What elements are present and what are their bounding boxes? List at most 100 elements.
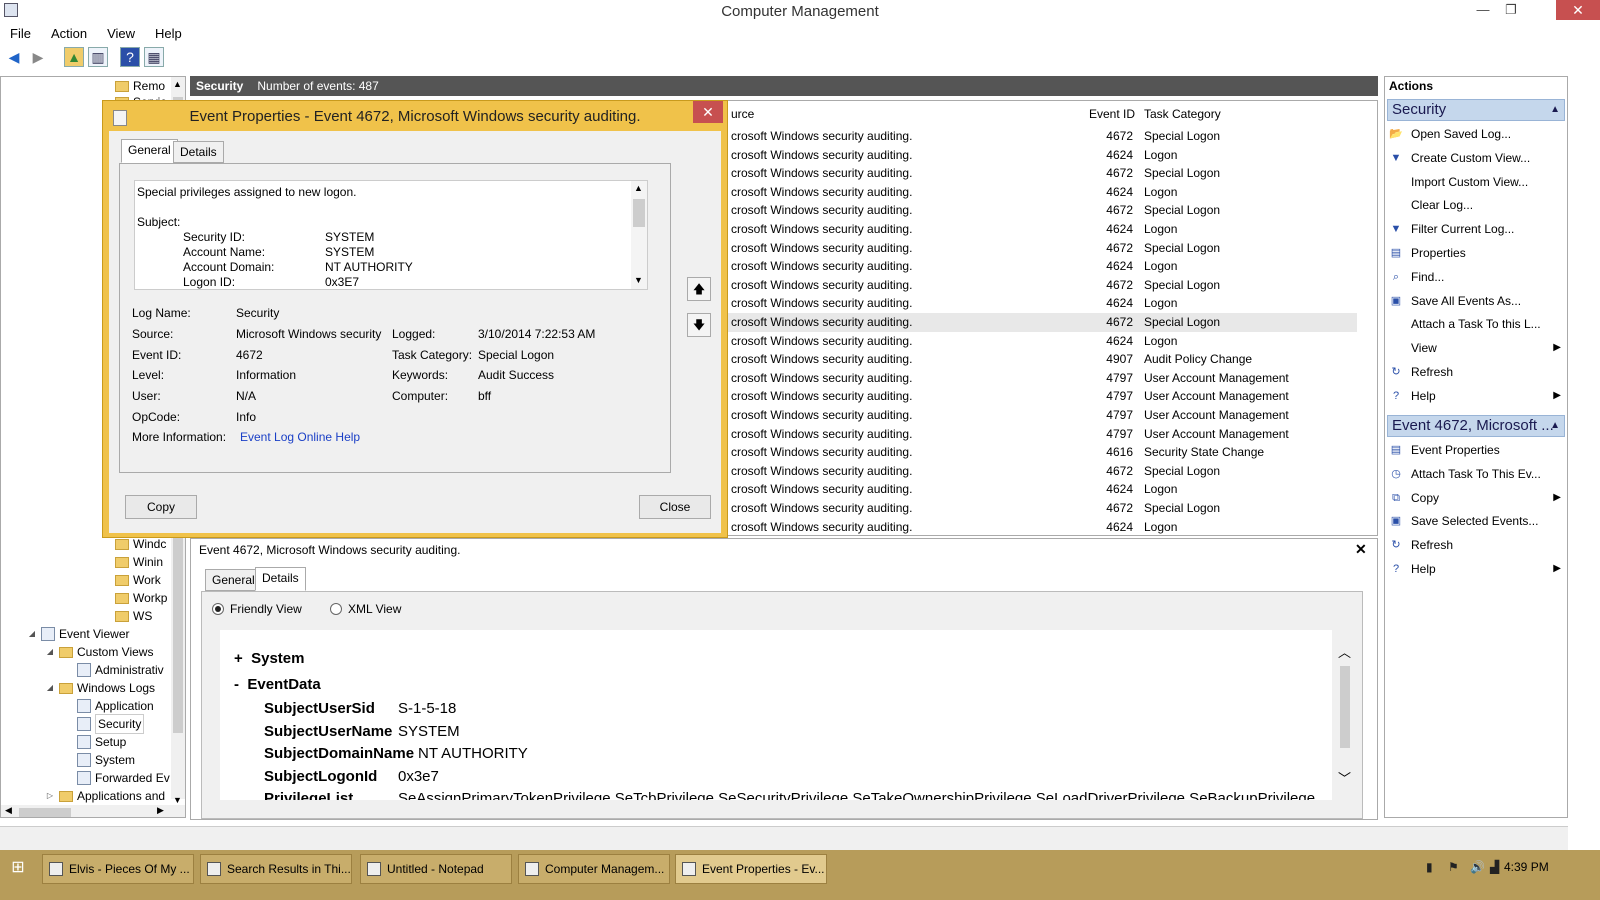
friendly-view-label: Friendly View xyxy=(230,602,302,616)
show-hide-action-pane-icon[interactable]: ▦ xyxy=(144,47,164,67)
event-log-online-help-link[interactable]: Event Log Online Help xyxy=(240,430,360,444)
system-node[interactable]: + System xyxy=(234,650,304,667)
signal-icon[interactable]: ▟ xyxy=(1490,860,1499,874)
forward-arrow-icon[interactable]: ▶ xyxy=(28,47,48,67)
action-item[interactable]: ⧉ Copy ▶ xyxy=(1389,487,1563,509)
action-item[interactable]: ▣ Save Selected Events... xyxy=(1389,510,1563,532)
previous-event-button[interactable]: 🡅 xyxy=(687,277,711,301)
action-item[interactable]: Import Custom View... xyxy=(1389,171,1563,193)
action-item[interactable]: ▣ Save All Events As... xyxy=(1389,290,1563,312)
action-item[interactable]: ↻ Refresh xyxy=(1389,534,1563,556)
menu-file[interactable]: File xyxy=(0,24,41,44)
tree-item[interactable]: Winin xyxy=(101,553,163,571)
expand-icon[interactable]: ◢ xyxy=(27,625,37,643)
action-item[interactable]: ? Help ▶ xyxy=(1389,385,1563,407)
tree-item[interactable]: Forwarded Ev xyxy=(63,769,170,787)
save-icon: ▣ xyxy=(1390,294,1402,307)
tree-item[interactable]: ◢ Custom Views xyxy=(45,643,154,661)
task-category-value: Special Logon xyxy=(478,348,555,362)
taskbar-button[interactable]: Elvis - Pieces Of My ... xyxy=(42,854,194,884)
flag-icon[interactable]: ⚑ xyxy=(1448,860,1459,874)
folder-icon xyxy=(115,538,129,550)
description-scrollbar[interactable]: ▲ ▼ xyxy=(631,181,647,289)
tab-details[interactable]: Details xyxy=(255,567,306,591)
action-item[interactable]: ▤ Event Properties xyxy=(1389,439,1563,461)
action-item[interactable]: ◷ Attach Task To This Ev... xyxy=(1389,463,1563,485)
action-item[interactable]: Clear Log... xyxy=(1389,194,1563,216)
copy-button[interactable]: Copy xyxy=(125,495,197,519)
clock[interactable]: 4:39 PM xyxy=(1504,860,1549,874)
xml-view-radio[interactable]: XML View xyxy=(330,602,401,616)
action-item[interactable]: Attach a Task To this L... xyxy=(1389,313,1563,335)
tree-item[interactable]: Security xyxy=(63,714,145,734)
column-task-category[interactable]: Task Category xyxy=(1144,105,1221,123)
tree-item[interactable]: WS xyxy=(101,607,152,625)
details-scroll-thumb[interactable] xyxy=(1340,666,1350,748)
tree-item[interactable]: Work xyxy=(101,571,161,589)
tree-item[interactable]: System xyxy=(63,751,135,769)
scroll-right-icon[interactable]: ▶ xyxy=(157,805,164,816)
scroll-up-icon[interactable]: ▲ xyxy=(173,79,182,89)
action-item[interactable]: View ▶ xyxy=(1389,337,1563,359)
menu-action[interactable]: Action xyxy=(41,24,97,44)
tree-item[interactable]: Workp xyxy=(101,589,167,607)
tree-item[interactable]: ◢ Event Viewer xyxy=(27,625,129,643)
network-icon[interactable]: ▮ xyxy=(1426,860,1433,874)
row-source: crosoft Windows security auditing. xyxy=(731,259,913,274)
details-vertical-scrollbar[interactable]: ︿ ﹀ xyxy=(1336,645,1352,796)
windows-start-icon[interactable]: ⊞ xyxy=(8,858,28,878)
scroll-up-icon[interactable]: ︿ xyxy=(1338,642,1351,661)
close-icon[interactable]: ✕ xyxy=(693,101,723,123)
taskbar-button[interactable]: Computer Managem... xyxy=(518,854,670,884)
up-folder-icon[interactable]: ▲ xyxy=(64,47,84,67)
tab-general[interactable]: General xyxy=(121,139,178,163)
action-item[interactable]: ↻ Refresh xyxy=(1389,361,1563,383)
column-source[interactable]: urce xyxy=(731,105,754,123)
back-arrow-icon[interactable]: ◀ xyxy=(4,47,24,67)
volume-icon[interactable]: 🔊 xyxy=(1470,860,1485,874)
row-task-category: Logon xyxy=(1144,147,1178,162)
eventdata-node[interactable]: - EventData xyxy=(234,676,321,693)
taskbar-button[interactable]: Event Properties - Ev... xyxy=(675,854,827,884)
row-event-id: 4624 xyxy=(1106,482,1133,497)
action-item[interactable]: ▤ Properties xyxy=(1389,242,1563,264)
scroll-down-icon[interactable]: ▼ xyxy=(173,795,182,805)
taskbar-button[interactable]: Untitled - Notepad xyxy=(360,854,512,884)
tree-hscroll-thumb[interactable] xyxy=(19,808,71,817)
restore-icon[interactable]: ❐ xyxy=(1496,0,1526,20)
menu-view[interactable]: View xyxy=(97,24,145,44)
scroll-down-icon[interactable]: ﹀ xyxy=(1338,768,1351,787)
scroll-left-icon[interactable]: ◀ xyxy=(5,805,12,816)
close-icon[interactable]: ✕ xyxy=(1556,0,1600,20)
user-value: N/A xyxy=(236,389,257,403)
close-icon[interactable]: ✕ xyxy=(1355,541,1367,558)
minimize-icon[interactable]: — xyxy=(1468,0,1498,20)
help-icon[interactable]: ? xyxy=(120,47,140,67)
column-event-id[interactable]: Event ID xyxy=(1089,105,1135,123)
tree-item[interactable]: ◢ Windows Logs xyxy=(45,679,155,697)
tree-item[interactable]: Setup xyxy=(63,733,126,751)
description-scroll-thumb[interactable] xyxy=(633,199,645,227)
actions-section-event[interactable]: Event 4672, Microsoft ... ▲ xyxy=(1387,415,1565,437)
next-event-button[interactable]: 🡇 xyxy=(687,313,711,337)
tab-details[interactable]: Details xyxy=(173,141,224,163)
menu-help[interactable]: Help xyxy=(145,24,192,44)
action-item[interactable]: ▼ Filter Current Log... xyxy=(1389,218,1563,240)
actions-section-security[interactable]: Security ▲ xyxy=(1387,99,1565,121)
action-item[interactable]: ▼ Create Custom View... xyxy=(1389,147,1563,169)
tree-item[interactable]: Application xyxy=(63,697,154,715)
action-item[interactable]: ? Help ▶ xyxy=(1389,558,1563,580)
close-button[interactable]: Close xyxy=(639,495,711,519)
action-item[interactable]: 📂 Open Saved Log... xyxy=(1389,123,1563,145)
friendly-view-radio[interactable]: Friendly View xyxy=(212,602,302,616)
taskbar-button[interactable]: Search Results in Thi... xyxy=(200,854,352,884)
tab-general[interactable]: General xyxy=(205,569,262,591)
expand-icon[interactable]: ◢ xyxy=(45,679,55,697)
action-item[interactable]: ⌕ Find... xyxy=(1389,266,1563,288)
show-hide-tree-icon[interactable]: ▥ xyxy=(88,47,108,67)
row-event-id: 4797 xyxy=(1106,370,1133,385)
scroll-down-icon[interactable]: ▼ xyxy=(634,275,643,285)
tree-item[interactable]: Administrativ xyxy=(63,661,164,679)
scroll-up-icon[interactable]: ▲ xyxy=(634,183,643,193)
expand-icon[interactable]: ◢ xyxy=(45,643,55,661)
